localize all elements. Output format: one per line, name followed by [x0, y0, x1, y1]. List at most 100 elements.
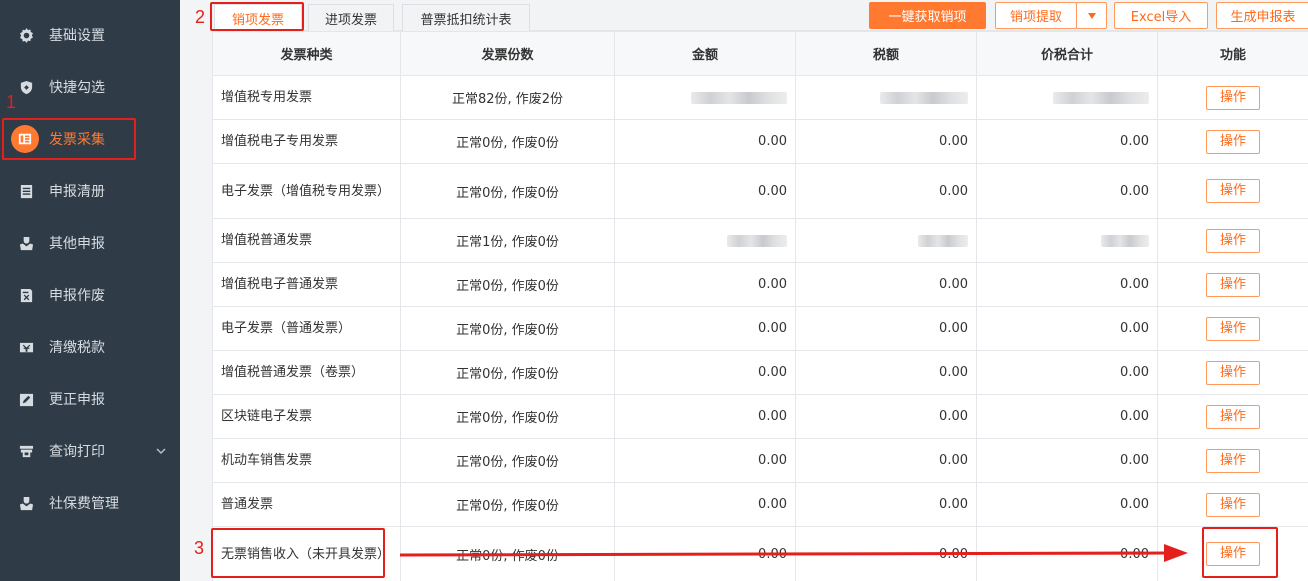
table-row: 增值税普通发票（卷票） 正常0份, 作废0份 0.00 0.00 0.00 操作 [212, 350, 1308, 395]
extract-sales-button[interactable]: 销项提取 [995, 2, 1077, 29]
total-cell: 0.00 [976, 394, 1158, 439]
tab-purchase-invoice[interactable]: 进项发票 [308, 4, 394, 31]
table-row: 机动车销售发票 正常0份, 作废0份 0.00 0.00 0.00 操作 [212, 438, 1308, 483]
operate-button[interactable]: 操作 [1206, 492, 1260, 517]
tax-cell: 0.00 [795, 119, 977, 164]
invoice-type: 增值税普通发票 [212, 218, 401, 263]
printer-icon [18, 443, 34, 459]
total-cell: 0.00 [976, 119, 1158, 164]
invoice-count: 正常0份, 作废0份 [400, 394, 615, 439]
sidebar-item-tax-payment[interactable]: 清缴税款 [0, 321, 180, 373]
caret-down-icon [1087, 8, 1096, 23]
sidebar: 基础设置 快捷勾选 发票采集 申报清册 其他申报 申报作废 清缴税款 更正申报 … [0, 0, 180, 581]
sidebar-item-label: 社保费管理 [49, 496, 119, 512]
operate-button[interactable]: 操作 [1206, 228, 1260, 253]
total-cell: 0.00 [976, 163, 1158, 219]
sidebar-item-declaration-list[interactable]: 申报清册 [0, 165, 180, 217]
tax-cell [795, 75, 977, 120]
total-cell: 0.00 [976, 526, 1158, 581]
sidebar-item-other-declaration[interactable]: 其他申报 [0, 217, 180, 269]
invoice-count: 正常0份, 作废0份 [400, 526, 615, 581]
sidebar-item-label: 清缴税款 [49, 340, 105, 356]
sidebar-item-quick-select[interactable]: 快捷勾选 [0, 61, 180, 113]
invoice-count: 正常0份, 作废0份 [400, 306, 615, 351]
extract-dropdown-button[interactable] [1076, 2, 1107, 29]
amount-cell: 0.00 [614, 262, 796, 307]
table-row: 区块链电子发票 正常0份, 作废0份 0.00 0.00 0.00 操作 [212, 394, 1308, 439]
total-cell: 0.00 [976, 482, 1158, 527]
invoice-type: 电子发票（增值税专用发票） [212, 163, 401, 219]
invoice-type: 无票销售收入（未开具发票） [212, 526, 401, 581]
redacted-total [1053, 91, 1149, 104]
operate-button[interactable]: 操作 [1206, 542, 1260, 566]
sidebar-item-query-print[interactable]: 查询打印 [0, 425, 180, 477]
redacted-tax [880, 91, 968, 104]
amount-cell: 0.00 [614, 526, 796, 581]
excel-import-button[interactable]: Excel导入 [1114, 2, 1208, 29]
table-row: 电子发票（增值税专用发票） 正常0份, 作废0份 0.00 0.00 0.00 … [212, 163, 1308, 219]
table-row: 无票销售收入（未开具发票） 正常0份, 作废0份 0.00 0.00 0.00 … [212, 526, 1308, 581]
sidebar-item-label: 其他申报 [49, 236, 105, 252]
sidebar-item-social-insurance[interactable]: 社保费管理 [0, 477, 180, 529]
sidebar-item-label: 快捷勾选 [49, 80, 105, 96]
operate-button[interactable]: 操作 [1206, 448, 1260, 473]
invoice-count: 正常0份, 作废0份 [400, 350, 615, 395]
invoice-count: 正常1份, 作废0份 [400, 218, 615, 263]
step-marker-2: 2 [195, 7, 206, 27]
action-cell: 操作 [1157, 262, 1308, 307]
tab-sales-invoice[interactable]: 销项发票 [214, 4, 302, 31]
table-row: 普通发票 正常0份, 作废0份 0.00 0.00 0.00 操作 [212, 482, 1308, 527]
shield-icon [18, 79, 34, 95]
redacted-amount [691, 91, 787, 104]
sidebar-item-basic-settings[interactable]: 基础设置 [0, 9, 180, 61]
amount-cell [614, 218, 796, 263]
operate-button[interactable]: 操作 [1206, 404, 1260, 429]
operate-button[interactable]: 操作 [1206, 360, 1260, 385]
sidebar-item-label: 申报清册 [49, 184, 105, 200]
operate-button[interactable]: 操作 [1206, 129, 1260, 154]
invoice-count: 正常0份, 作废0份 [400, 163, 615, 219]
operate-button[interactable]: 操作 [1206, 85, 1260, 110]
operate-button[interactable]: 操作 [1206, 179, 1260, 203]
invoice-count: 正常0份, 作废0份 [400, 119, 615, 164]
fetch-sales-button[interactable]: 一键获取销项 [869, 2, 986, 29]
redacted-total [1101, 234, 1149, 247]
total-cell: 0.00 [976, 306, 1158, 351]
operate-button[interactable]: 操作 [1206, 272, 1260, 297]
generate-declaration-button[interactable]: 生成申报表 [1216, 2, 1308, 29]
invoice-type: 增值税电子普通发票 [212, 262, 401, 307]
sidebar-item-label: 查询打印 [49, 444, 105, 460]
action-cell: 操作 [1157, 482, 1308, 527]
table-row: 增值税电子普通发票 正常0份, 作废0份 0.00 0.00 0.00 操作 [212, 262, 1308, 307]
action-cell: 操作 [1157, 75, 1308, 120]
redacted-amount [727, 234, 787, 247]
tax-cell: 0.00 [795, 394, 977, 439]
sidebar-item-label: 更正申报 [49, 392, 105, 408]
column-header: 发票份数 [400, 31, 615, 76]
tab-ordinary-invoice-deduction-stats[interactable]: 普票抵扣统计表 [402, 4, 530, 31]
invoice-table: 发票种类 发票份数 金额 税额 价税合计 功能 增值税专用发票 正常82份, 作… [212, 31, 1308, 581]
invoice-count: 正常0份, 作废0份 [400, 438, 615, 483]
amount-cell: 0.00 [614, 306, 796, 351]
column-header: 金额 [614, 31, 796, 76]
sidebar-item-correction-declaration[interactable]: 更正申报 [0, 373, 180, 425]
sidebar-item-invoice-collection[interactable]: 发票采集 [0, 113, 180, 165]
total-cell [976, 218, 1158, 263]
invoice-icon [11, 125, 39, 153]
gear-icon [18, 27, 34, 43]
total-cell: 0.00 [976, 350, 1158, 395]
amount-cell: 0.00 [614, 482, 796, 527]
chevron-down-icon[interactable] [156, 444, 166, 460]
edit-icon [18, 391, 34, 407]
tax-cell: 0.00 [795, 262, 977, 307]
operate-button[interactable]: 操作 [1206, 316, 1260, 341]
sidebar-item-declaration-void[interactable]: 申报作废 [0, 269, 180, 321]
invoice-type: 电子发票（普通发票） [212, 306, 401, 351]
hand-shield-icon [18, 495, 34, 511]
action-cell: 操作 [1157, 350, 1308, 395]
total-cell: 0.00 [976, 262, 1158, 307]
amount-cell: 0.00 [614, 394, 796, 439]
total-cell: 0.00 [976, 438, 1158, 483]
invoice-type: 增值税专用发票 [212, 75, 401, 120]
tax-cell: 0.00 [795, 306, 977, 351]
